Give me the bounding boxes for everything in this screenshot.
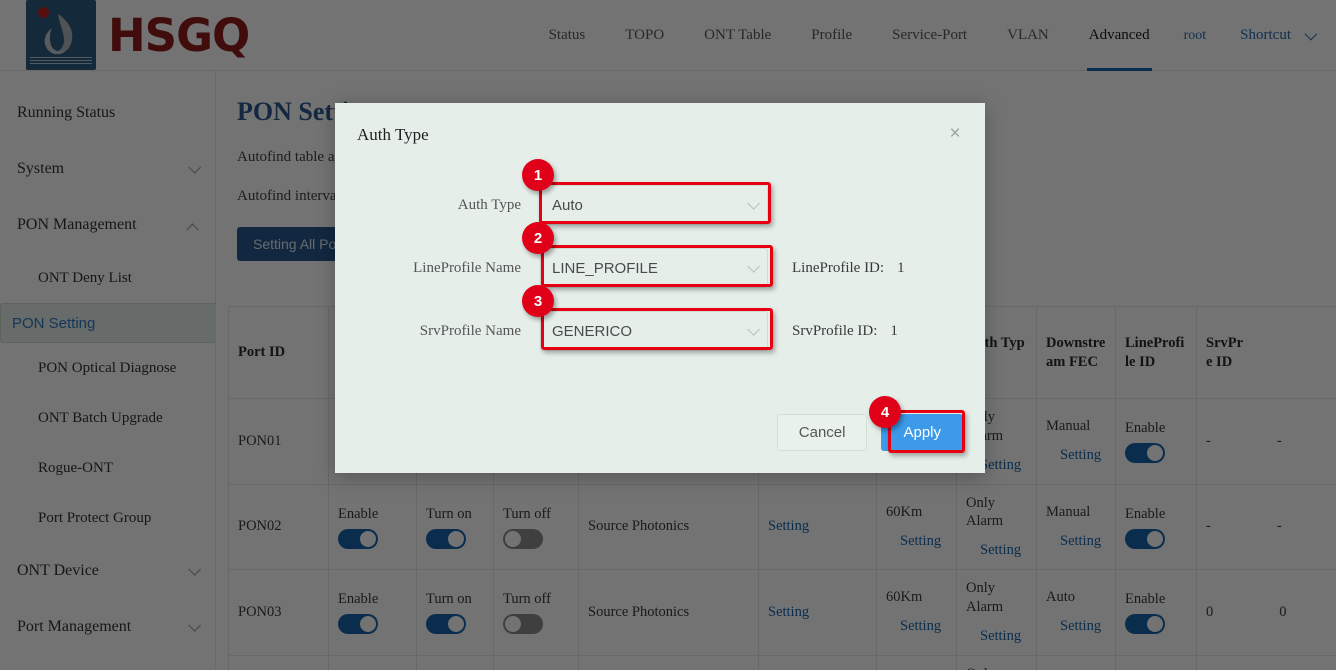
- auth-type-value: Auto: [552, 197, 583, 214]
- dialog-footer: Cancel Apply: [335, 391, 985, 473]
- srvprofile-name-label: SrvProfile Name: [335, 323, 540, 340]
- lineprofile-name-value: LINE_PROFILE: [552, 260, 658, 277]
- srvprofile-id-value: 1: [890, 323, 898, 339]
- chevron-down-icon: [747, 323, 760, 336]
- srvprofile-name-value: GENERICO: [552, 323, 632, 340]
- lineprofile-id-value: 1: [897, 260, 905, 276]
- field-row-lineprofile: LineProfile Name LINE_PROFILE LineProfil…: [335, 248, 985, 288]
- srvprofile-id-label: SrvProfile ID:: [792, 323, 877, 339]
- chevron-down-icon: [747, 260, 760, 273]
- srvprofile-name-select[interactable]: GENERICO: [540, 311, 768, 351]
- auth-type-dialog: Auth Type × Auth Type Auto LineProfile N…: [335, 103, 985, 473]
- auth-type-label: Auth Type: [335, 197, 540, 214]
- lineprofile-name-label: LineProfile Name: [335, 260, 540, 277]
- field-row-srvprofile: SrvProfile Name GENERICO SrvProfile ID: 1: [335, 311, 985, 351]
- lineprofile-name-select[interactable]: LINE_PROFILE: [540, 248, 768, 288]
- srvprofile-id-readout: SrvProfile ID: 1: [792, 323, 898, 340]
- chevron-down-icon: [747, 197, 760, 210]
- field-row-auth-type: Auth Type Auto: [335, 185, 985, 225]
- auth-type-select[interactable]: Auto: [540, 185, 768, 225]
- lineprofile-id-readout: LineProfile ID: 1: [792, 260, 905, 277]
- close-icon[interactable]: ×: [945, 125, 965, 145]
- cancel-button[interactable]: Cancel: [777, 414, 868, 451]
- apply-button[interactable]: Apply: [881, 414, 963, 451]
- dialog-title: Auth Type: [335, 103, 985, 145]
- lineprofile-id-label: LineProfile ID:: [792, 260, 884, 276]
